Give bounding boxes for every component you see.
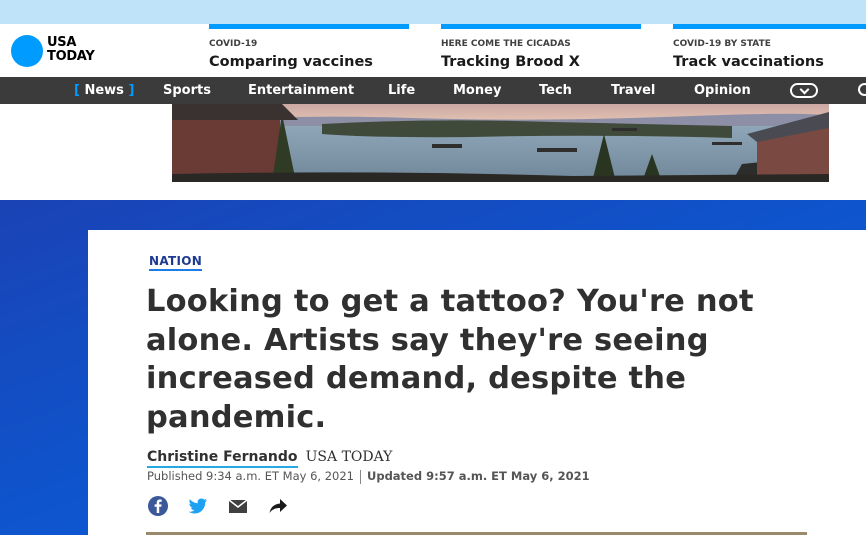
top-ad-strip [0, 0, 866, 24]
nav-item-tech[interactable]: Tech [539, 77, 572, 104]
nav-item-entertainment[interactable]: Entertainment [248, 77, 354, 104]
promo-cicadas[interactable]: HERE COME THE CICADAS Tracking Brood X [441, 24, 641, 77]
dateline-divider [360, 469, 361, 484]
twitter-icon[interactable] [187, 495, 209, 517]
promo-kicker: HERE COME THE CICADAS [441, 39, 571, 49]
chevron-down-icon[interactable] [790, 83, 818, 98]
main-nav: [ News ] Sports Entertainment Life Money… [0, 77, 866, 104]
facebook-icon[interactable] [147, 495, 169, 517]
search-icon[interactable] [858, 83, 866, 96]
logo-line-2: TODAY [47, 49, 95, 64]
nav-item-label: News [84, 83, 124, 98]
share-arrow-icon[interactable] [267, 495, 289, 517]
dateline: Published 9:34 a.m. ET May 6, 2021 Update… [147, 469, 590, 484]
author-link[interactable]: Christine Fernando [147, 449, 298, 468]
email-icon[interactable] [227, 495, 249, 517]
promo-kicker: COVID-19 [209, 39, 258, 49]
promo-headline[interactable]: Comparing vaccines [209, 54, 373, 70]
promo-headline[interactable]: Tracking Brood X [441, 54, 580, 70]
published-time: Published 9:34 a.m. ET May 6, 2021 [147, 469, 354, 483]
logo-line-1: USA [47, 35, 77, 50]
nav-item-sports[interactable]: Sports [163, 77, 211, 104]
updated-time: Updated 9:57 a.m. ET May 6, 2021 [367, 469, 590, 483]
nav-item-money[interactable]: Money [453, 77, 501, 104]
usa-today-logo-icon[interactable] [11, 35, 43, 67]
usa-today-logo[interactable]: USA TODAY [47, 35, 95, 64]
byline: Christine Fernando USA TODAY [147, 446, 393, 468]
promo-covid-vaccines[interactable]: COVID-19 Comparing vaccines [209, 24, 409, 77]
nav-item-life[interactable]: Life [388, 77, 415, 104]
byline-outlet: USA TODAY [305, 449, 393, 465]
promo-headline[interactable]: Track vaccinations [673, 54, 824, 70]
section-label[interactable]: NATION [149, 254, 203, 271]
nav-item-opinion[interactable]: Opinion [694, 77, 751, 104]
promo-vaccinations-by-state[interactable]: COVID-19 BY STATE Track vaccinations [673, 24, 866, 77]
article-title: Looking to get a tattoo? You're not alon… [146, 284, 754, 435]
nav-item-news[interactable]: [ News ] [74, 77, 134, 104]
nav-item-travel[interactable]: Travel [611, 77, 655, 104]
banner-photo [172, 104, 829, 182]
promo-kicker: COVID-19 BY STATE [673, 39, 771, 49]
